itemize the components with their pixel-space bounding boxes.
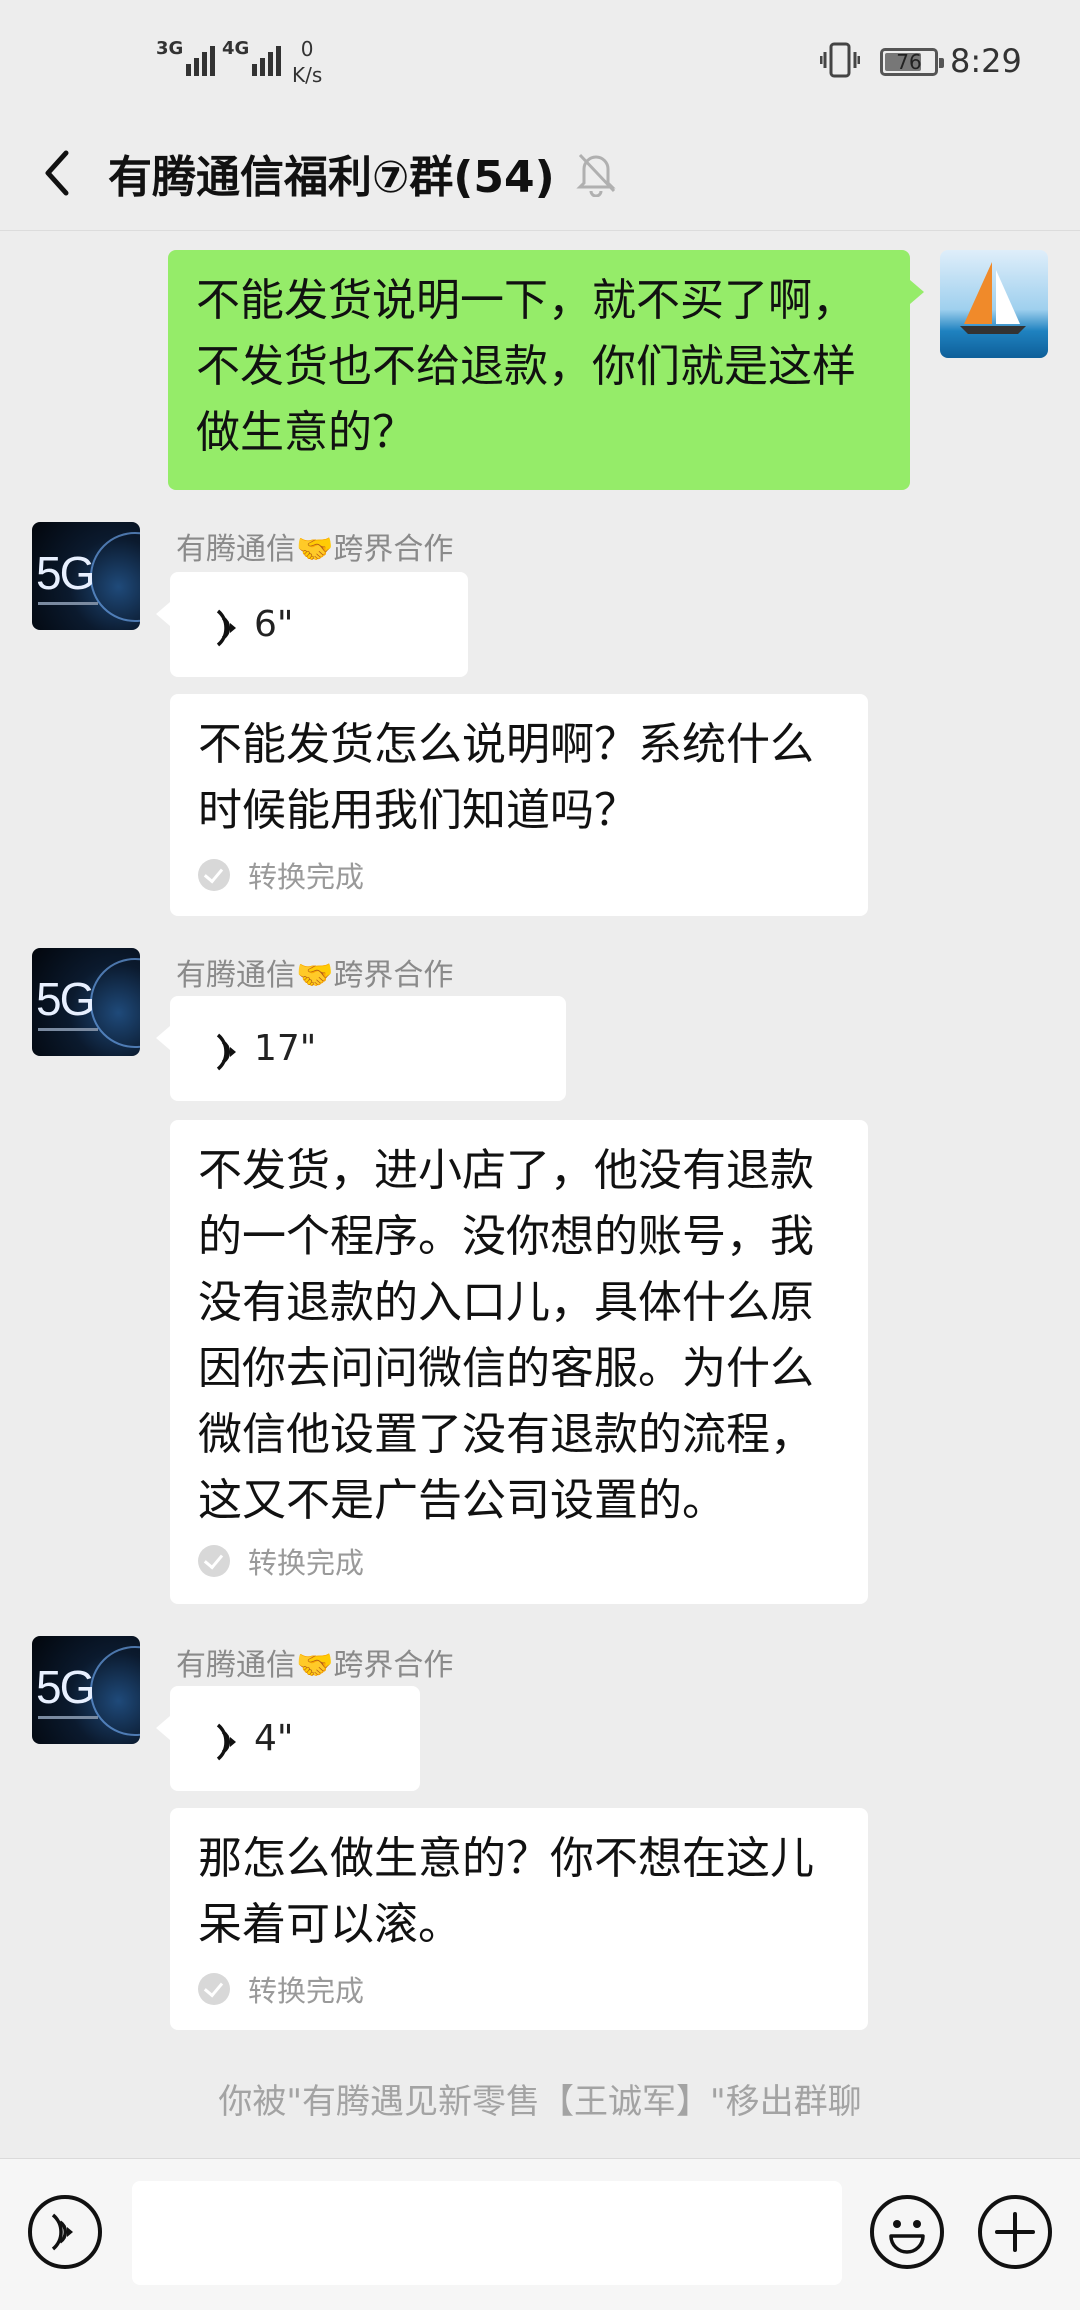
sender-avatar[interactable]: 5G	[32, 1636, 140, 1744]
input-bar	[0, 2158, 1080, 2310]
conversion-status-label: 转换完成	[248, 1546, 365, 1580]
vibrate-icon	[820, 42, 860, 78]
chat-title[interactable]: 有腾通信福利⑦群(54)	[108, 141, 555, 205]
conversion-status: 转换完成	[198, 1540, 364, 1582]
signal-1-label: 3G	[156, 38, 184, 59]
self-avatar[interactable]	[940, 250, 1048, 358]
conversion-status-label: 转换完成	[248, 860, 365, 894]
network-speed-unit: K/s	[292, 63, 323, 87]
voice-message-bubble[interactable]: 17"	[156, 996, 566, 1101]
plus-icon	[995, 2212, 1035, 2252]
back-arrow-icon[interactable]	[32, 143, 92, 203]
voice-transcript-bubble[interactable]: 不能发货怎么说明啊？系统什么时候能用我们知道吗？ 转换完成	[170, 694, 868, 916]
transcript-text: 那怎么做生意的？你不想在这儿呆着可以滚。	[198, 1833, 814, 1950]
voice-wave-icon	[51, 2213, 73, 2251]
message-bubble-self[interactable]: 不能发货说明一下，就不买了啊，不发货也不给退款，你们就是这样做生意的？	[168, 250, 924, 490]
sender-avatar[interactable]: 5G	[32, 522, 140, 630]
voice-duration: 4"	[254, 1718, 294, 1759]
sender-name: 有腾通信🤝跨界合作	[176, 1648, 454, 1683]
voice-message-bubble[interactable]: 4"	[156, 1686, 420, 1791]
header-divider	[0, 230, 1080, 231]
battery-icon: 76	[880, 48, 944, 76]
voice-duration: 6"	[254, 604, 294, 645]
transcript-text: 不能发货怎么说明啊？系统什么时候能用我们知道吗？	[198, 719, 814, 836]
sender-name: 有腾通信🤝跨界合作	[176, 532, 454, 567]
emoji-button[interactable]	[870, 2195, 944, 2269]
network-speed: 0 K/s	[292, 36, 322, 88]
system-notice: 你被"有腾遇见新零售【王诚军】"移出群聊	[218, 2082, 862, 2122]
conversion-status: 转换完成	[198, 1968, 364, 2010]
conversion-status: 转换完成	[198, 854, 364, 896]
voice-wave-icon	[216, 1033, 236, 1071]
message-text: 不能发货说明一下，就不买了啊，不发货也不给退款，你们就是这样做生意的？	[196, 275, 856, 458]
signal-2-label: 4G	[222, 38, 250, 59]
message-input[interactable]	[132, 2181, 842, 2285]
check-circle-icon	[198, 1545, 230, 1577]
network-speed-value: 0	[300, 37, 314, 61]
battery-percent: 76	[896, 50, 922, 74]
check-circle-icon	[198, 859, 230, 891]
voice-message-bubble[interactable]: 6"	[156, 572, 468, 677]
signal-2-icon	[252, 40, 281, 76]
voice-transcript-bubble[interactable]: 那怎么做生意的？你不想在这儿呆着可以滚。 转换完成	[170, 1808, 868, 2030]
clock: 8:29	[950, 42, 1022, 80]
check-circle-icon	[198, 1973, 230, 2005]
voice-transcript-bubble[interactable]: 不发货，进小店了，他没有退款的一个程序。没你想的账号，我没有退款的入口儿，具体什…	[170, 1120, 868, 1604]
voice-input-button[interactable]	[28, 2195, 102, 2269]
voice-wave-icon	[216, 609, 236, 647]
mute-bell-icon	[576, 153, 616, 197]
chat-header: 有腾通信福利⑦群(54)	[0, 125, 1080, 230]
voice-wave-icon	[216, 1723, 236, 1761]
sailboat-icon	[960, 262, 1026, 334]
sender-name: 有腾通信🤝跨界合作	[176, 958, 454, 993]
smiley-icon	[889, 2220, 925, 2254]
transcript-text: 不发货，进小店了，他没有退款的一个程序。没你想的账号，我没有退款的入口儿，具体什…	[198, 1145, 814, 1526]
more-options-button[interactable]	[978, 2195, 1052, 2269]
status-bar: 3G 4G 0 K/s 76 8:29	[0, 0, 1080, 125]
sender-avatar[interactable]: 5G	[32, 948, 140, 1056]
signal-1-icon	[186, 40, 215, 76]
conversion-status-label: 转换完成	[248, 1974, 365, 2008]
voice-duration: 17"	[254, 1028, 317, 1069]
